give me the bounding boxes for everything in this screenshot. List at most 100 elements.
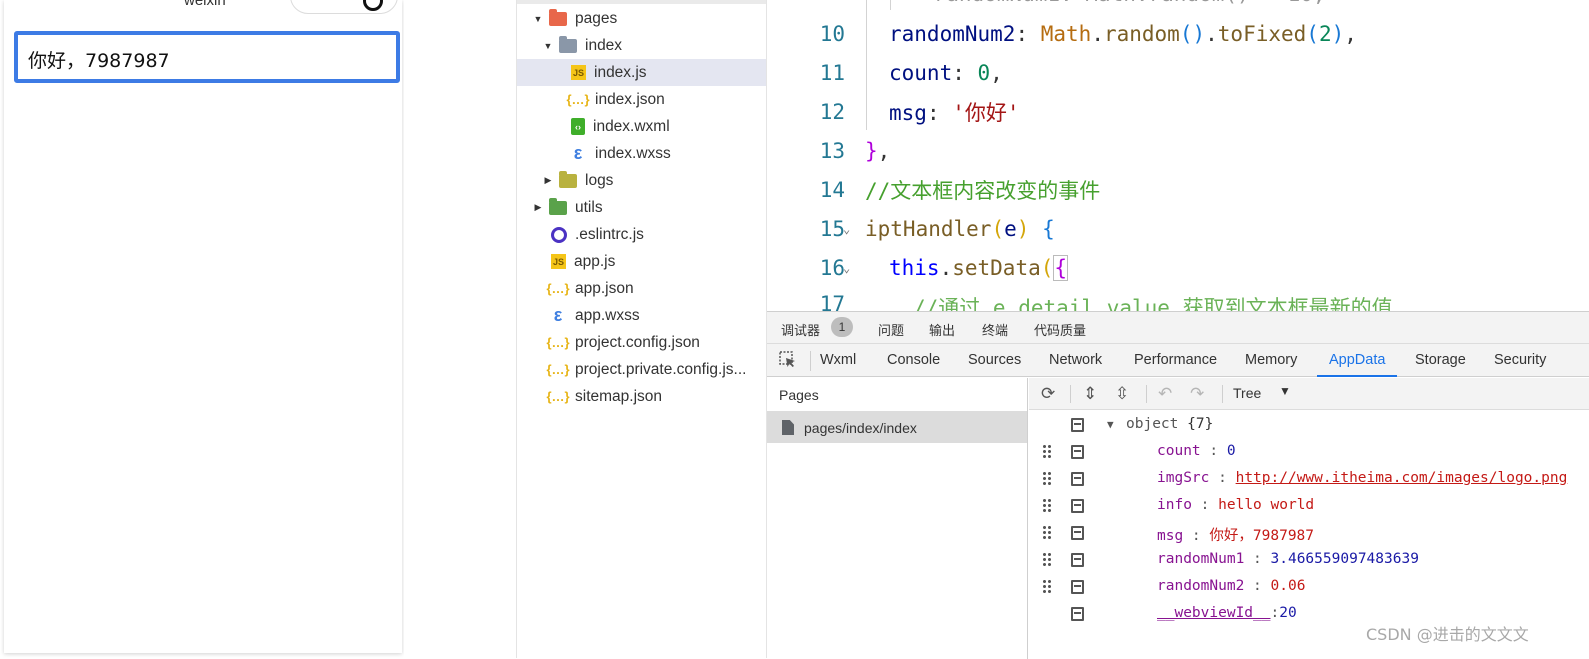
tab-debugger[interactable]: 调试器	[781, 320, 820, 339]
folder-icon	[559, 170, 577, 190]
tree-item-index-json[interactable]: {…} index.json	[517, 86, 766, 113]
drag-handle-icon[interactable]	[1042, 552, 1051, 567]
copy-icon[interactable]	[1071, 499, 1084, 513]
undo-icon[interactable]: ↶	[1158, 384, 1172, 404]
tree-item-app-js[interactable]: JS app.js	[517, 248, 766, 275]
devtools-panel: 调试器 1 问题 输出 终端 代码质量 Wxml Console Sources…	[767, 311, 1589, 659]
page-list-item[interactable]: pages/index/index	[767, 412, 1027, 443]
code-text: msg: '你好'	[889, 100, 1020, 125]
tree-item-label: project.config.json	[575, 333, 700, 351]
collapse-all-icon[interactable]: ⇳	[1115, 384, 1129, 404]
code-text: count: 0,	[889, 60, 1003, 85]
line-number: 15	[819, 216, 845, 241]
fold-chevron-icon[interactable]: ⌄	[843, 261, 850, 275]
code-text: randomNum2: Math.random().toFixed(2),	[889, 21, 1357, 46]
copy-icon[interactable]	[1071, 526, 1084, 540]
tab-sources[interactable]: Sources	[962, 344, 1027, 377]
code-comment: //文本框内容改变的事件	[865, 178, 1101, 203]
tab-appdata[interactable]: AppData	[1317, 344, 1398, 377]
caret-down-icon[interactable]: ▼	[1279, 384, 1291, 398]
tree-item-logs[interactable]: ▶ logs	[517, 167, 766, 194]
caret-down-icon[interactable]: ▼	[543, 41, 553, 51]
tree-item-project-private-config[interactable]: {…} project.private.config.js...	[517, 356, 766, 383]
tab-network[interactable]: Network	[1043, 344, 1108, 377]
tree-item-index-folder[interactable]: ▼ index	[517, 32, 766, 59]
tab-storage[interactable]: Storage	[1409, 344, 1472, 377]
tree-item-project-config[interactable]: {…} project.config.json	[517, 329, 766, 356]
devtools-main-tabs: Wxml Console Sources Network Performance…	[767, 344, 1589, 377]
tree-item-label: pages	[575, 9, 618, 27]
code-line-10: 10 randomNum2: Math.random().toFixed(2),	[767, 14, 1589, 53]
tree-item-app-wxss[interactable]: ε app.wxss	[517, 302, 766, 329]
tab-security[interactable]: Security	[1488, 344, 1552, 377]
fold-chevron-icon[interactable]: ⌄	[843, 222, 850, 236]
wxml-file-icon: ‹›	[571, 118, 585, 135]
tree-item-index-wxss[interactable]: ε index.wxss	[517, 140, 766, 167]
tab-output[interactable]: 输出	[929, 320, 955, 339]
data-entry: msg : 你好，7987987	[1157, 528, 1315, 544]
data-entry-row[interactable]: randomNum2 : 0.06	[1029, 573, 1589, 600]
caret-right-icon[interactable]: ▶	[533, 202, 543, 213]
link[interactable]: http://www.itheima.com/images/logo.png	[1236, 470, 1568, 486]
tab-issues[interactable]: 问题	[878, 320, 904, 339]
tree-item-index-wxml[interactable]: ‹› index.wxml	[517, 113, 766, 140]
drag-handle-icon[interactable]	[1042, 444, 1051, 459]
tree-item-eslintrc[interactable]: .eslintrc.js	[517, 221, 766, 248]
data-entry: info : hello world	[1157, 497, 1315, 513]
line-number: 16	[819, 255, 845, 280]
tree-item-label: index.js	[594, 63, 647, 81]
tab-code-quality[interactable]: 代码质量	[1034, 320, 1086, 339]
copy-icon[interactable]	[1071, 607, 1084, 621]
appdata-panel: ⟳ ⇕ ⇳ ↶ ↷ Tree ▼ ▼ object {7} count : 0 …	[1029, 378, 1589, 659]
view-mode-select[interactable]: Tree	[1233, 385, 1261, 401]
copy-icon[interactable]	[1071, 580, 1084, 594]
drag-handle-icon[interactable]	[1042, 471, 1051, 486]
inspect-element-icon[interactable]	[779, 351, 797, 369]
tree-item-label: app.json	[575, 279, 634, 297]
redo-icon[interactable]: ↷	[1190, 384, 1204, 404]
tree-item-label: utils	[575, 198, 603, 216]
data-entry-row[interactable]: randomNum1 : 3.466559097483639	[1029, 546, 1589, 573]
tree-item-sitemap[interactable]: {…} sitemap.json	[517, 383, 766, 410]
appdata-toolbar: ⟳ ⇕ ⇳ ↶ ↷ Tree ▼	[1029, 378, 1589, 410]
code-text: this.setData({	[889, 254, 1069, 281]
nav-title: weixin	[184, 0, 226, 9]
copy-icon[interactable]	[1071, 472, 1084, 486]
code-editor[interactable]: randomNum1: Math.random() * 10, 10 rando…	[767, 0, 1589, 311]
tree-item-utils[interactable]: ▶ utils	[517, 194, 766, 221]
close-circle-icon[interactable]	[363, 0, 383, 11]
json-file-icon: {…}	[546, 389, 570, 404]
menu-capsule[interactable]	[290, 0, 398, 14]
object-root-row[interactable]: ▼ object {7}	[1029, 411, 1589, 438]
drag-handle-icon[interactable]	[1042, 525, 1051, 540]
phone-screen: weixin 你好，7987987	[4, 0, 402, 653]
tab-console[interactable]: Console	[881, 344, 946, 377]
copy-icon[interactable]	[1071, 553, 1084, 567]
tree-item-index-js[interactable]: JS index.js	[517, 59, 766, 86]
expand-all-icon[interactable]: ⇕	[1083, 384, 1097, 404]
tree-item-label: app.wxss	[575, 306, 640, 324]
caret-down-icon[interactable]: ▼	[1107, 418, 1114, 431]
data-entry-row[interactable]: msg : 你好，7987987	[1029, 519, 1589, 546]
caret-right-icon[interactable]: ▶	[543, 175, 553, 186]
caret-down-icon[interactable]: ▼	[533, 14, 543, 24]
data-entry: __webviewId__ : 20	[1157, 605, 1297, 621]
copy-icon[interactable]	[1071, 418, 1084, 432]
drag-handle-icon[interactable]	[1042, 498, 1051, 513]
refresh-icon[interactable]: ⟳	[1041, 384, 1055, 404]
copy-icon[interactable]	[1071, 445, 1084, 459]
tab-terminal[interactable]: 终端	[982, 320, 1008, 339]
tree-item-app-json[interactable]: {…} app.json	[517, 275, 766, 302]
tab-memory[interactable]: Memory	[1239, 344, 1303, 377]
data-entry-row[interactable]: imgSrc : http://www.itheima.com/images/l…	[1029, 465, 1589, 492]
tree-item-label: .eslintrc.js	[575, 225, 644, 243]
data-entry-row[interactable]: count : 0	[1029, 438, 1589, 465]
tab-wxml[interactable]: Wxml	[814, 344, 862, 377]
debugger-badge: 1	[831, 317, 853, 337]
tree-item-label: app.js	[574, 252, 616, 270]
drag-handle-icon[interactable]	[1042, 579, 1051, 594]
text-input[interactable]: 你好，7987987	[14, 31, 400, 83]
tree-item-pages[interactable]: ▼ pages	[517, 5, 766, 32]
tab-performance[interactable]: Performance	[1128, 344, 1223, 377]
data-entry-row[interactable]: info : hello world	[1029, 492, 1589, 519]
